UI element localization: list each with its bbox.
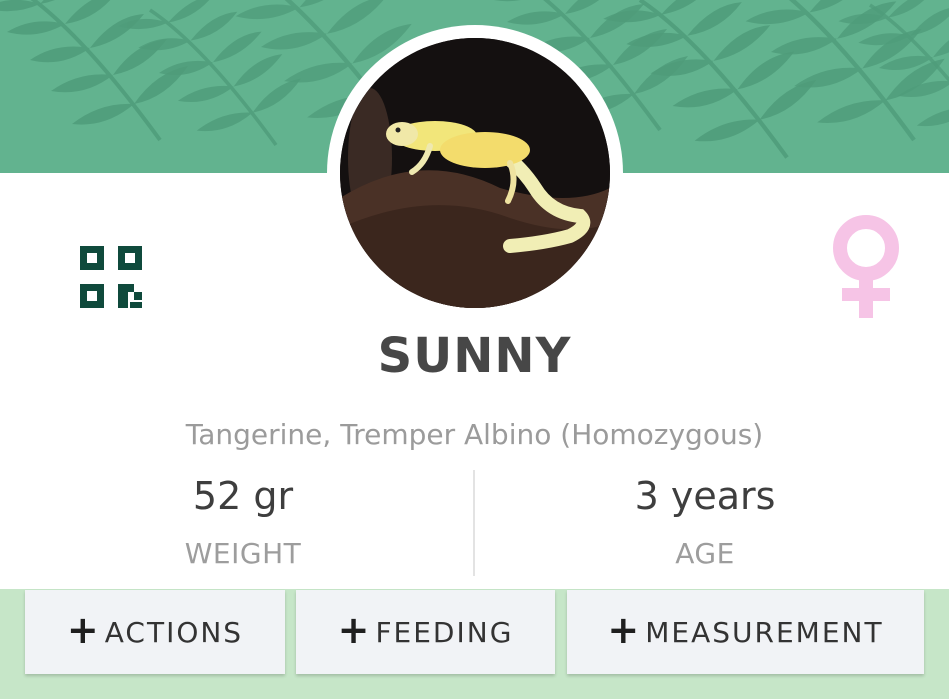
age-label: AGE (675, 537, 735, 570)
female-icon (833, 215, 899, 318)
animal-name: SUNNY (377, 328, 572, 384)
animal-morph: Tangerine, Tremper Albino (Homozygous) (185, 418, 764, 451)
plus-icon: + (66, 608, 101, 652)
avatar[interactable] (340, 38, 610, 308)
weight-label: WEIGHT (184, 537, 302, 570)
plus-icon: + (607, 608, 642, 652)
add-action-button[interactable]: + ACTIONS (25, 590, 285, 674)
add-action-label: ACTIONS (104, 615, 244, 649)
gecko-photo (340, 38, 610, 308)
add-feeding-label: FEEDING (375, 615, 514, 649)
qr-code-icon[interactable] (80, 246, 142, 308)
add-measurement-button[interactable]: + MEASUREMENT (567, 590, 924, 674)
add-measurement-label: MEASUREMENT (645, 615, 884, 649)
add-feeding-button[interactable]: + FEEDING (296, 590, 555, 674)
weight-value: 52 gr (192, 474, 294, 518)
plus-icon: + (337, 608, 372, 652)
age-value: 3 years (634, 474, 776, 518)
